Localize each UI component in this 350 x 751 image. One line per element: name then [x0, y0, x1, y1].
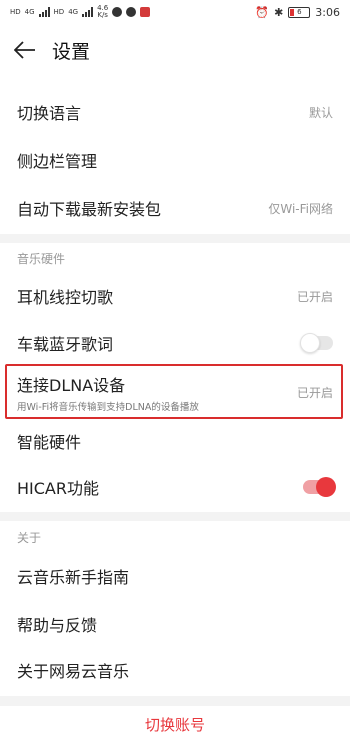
- page-title: 设置: [52, 40, 91, 63]
- highlight-box: [5, 364, 343, 419]
- alarm-icon: ⏰: [255, 5, 270, 19]
- hd-badge: HD: [53, 8, 65, 16]
- status-bar: HD 4G HD 4G 4.6 K/s ⏰ ✱ 6 3:06: [0, 0, 350, 24]
- battery-icon: 6: [288, 6, 311, 18]
- arrow-left-icon: [14, 41, 35, 59]
- setting-guide[interactable]: 云音乐新手指南: [0, 552, 350, 600]
- setting-value: 仅Wi-Fi网络: [268, 201, 333, 216]
- setting-value: 已开启: [296, 289, 333, 304]
- setting-label: 侧边栏管理: [17, 152, 98, 171]
- setting-label: 帮助与反馈: [17, 616, 98, 635]
- switch-account-button[interactable]: 切换账号: [0, 714, 350, 735]
- toggle-switch[interactable]: [300, 333, 333, 353]
- setting-headset-control[interactable]: 耳机线控切歌 已开启: [0, 272, 350, 320]
- setting-help-feedback[interactable]: 帮助与反馈: [0, 600, 350, 648]
- section-divider: [0, 234, 350, 243]
- signal-icon: [38, 7, 50, 17]
- toggle-knob: [300, 333, 320, 353]
- toggle-switch[interactable]: [303, 477, 336, 497]
- setting-language[interactable]: 切换语言 默认: [0, 88, 350, 136]
- setting-label: 车载蓝牙歌词: [17, 335, 114, 354]
- setting-car-bluetooth-lyrics[interactable]: 车载蓝牙歌词: [0, 320, 350, 366]
- clock: 3:06: [315, 5, 340, 19]
- toggle-knob: [316, 477, 336, 497]
- setting-label: 耳机线控切歌: [17, 288, 114, 307]
- wechat-icon: [112, 7, 123, 17]
- signal-icon: [82, 7, 94, 17]
- setting-hicar[interactable]: HICAR功能: [0, 464, 350, 510]
- setting-label: 切换语言: [17, 104, 82, 123]
- header: 设置: [0, 28, 350, 72]
- qq-icon: [126, 7, 137, 17]
- back-button[interactable]: [0, 28, 50, 72]
- network-speed-unit: K/s: [97, 11, 108, 19]
- setting-label: 关于网易云音乐: [17, 662, 130, 681]
- setting-label: 云音乐新手指南: [17, 568, 130, 587]
- setting-auto-download[interactable]: 自动下载最新安装包 仅Wi-Fi网络: [0, 184, 350, 232]
- status-left: HD 4G HD 4G 4.6 K/s: [10, 5, 151, 19]
- setting-label: 智能硬件: [17, 433, 82, 452]
- bluetooth-icon: ✱: [274, 5, 284, 19]
- setting-smart-hardware[interactable]: 智能硬件: [0, 418, 350, 464]
- network-type: 4G: [24, 8, 35, 16]
- network-speed: 4.6 K/s: [97, 5, 108, 19]
- setting-sidebar[interactable]: 侧边栏管理: [0, 136, 350, 184]
- setting-label: 自动下载最新安装包: [17, 200, 162, 219]
- network-type: 4G: [68, 8, 79, 16]
- setting-label: HICAR功能: [17, 479, 99, 498]
- section-divider: [0, 512, 350, 521]
- setting-about-app[interactable]: 关于网易云音乐: [0, 646, 350, 694]
- section-divider: [0, 696, 350, 706]
- section-title-about: 关于: [17, 531, 42, 545]
- hd-badge: HD: [10, 8, 21, 16]
- app-icon: [140, 7, 151, 17]
- section-title-hardware: 音乐硬件: [17, 252, 66, 266]
- battery-level: 6: [297, 8, 302, 16]
- setting-value: 默认: [308, 105, 333, 120]
- status-right: ⏰ ✱ 6 3:06: [255, 6, 340, 19]
